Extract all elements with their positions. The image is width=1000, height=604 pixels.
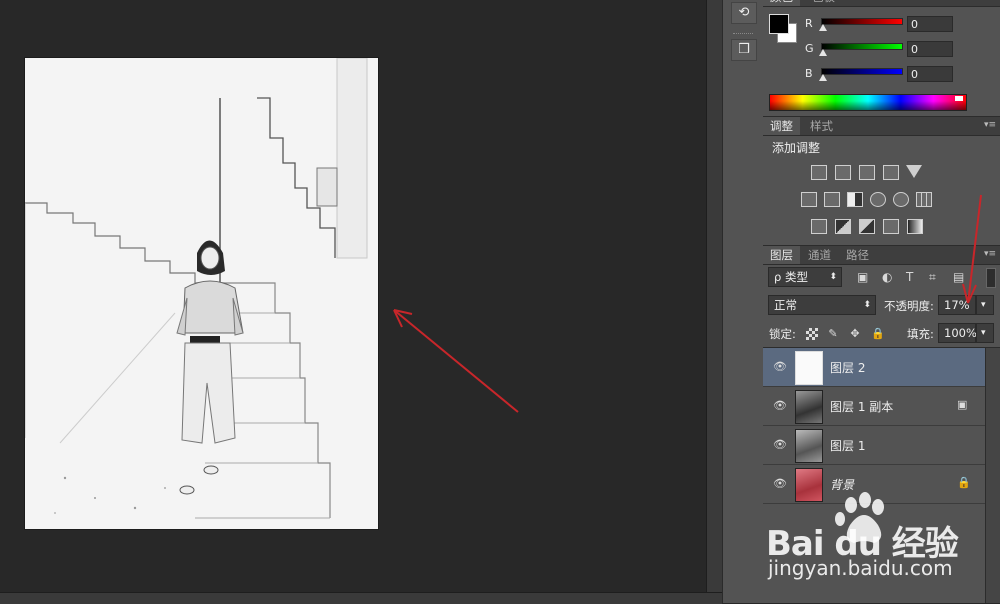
posterize-icon[interactable] — [835, 219, 851, 234]
lock-label: 锁定: — [769, 327, 796, 341]
layer-row[interactable]: 👁 图层 1 — [763, 426, 985, 465]
channel-b-slider[interactable] — [821, 68, 903, 75]
spectrum-white-chip[interactable] — [955, 96, 963, 101]
layers-panel-tabbar: 图层 通道 路径 ▾≡ — [763, 246, 1000, 265]
blend-mode-value: 正常 — [774, 298, 797, 312]
tab-adjustments[interactable]: 调整 — [763, 117, 800, 135]
tab-paths[interactable]: 路径 — [839, 246, 876, 264]
opacity-input[interactable]: 17% — [938, 295, 976, 315]
levels-icon[interactable] — [835, 165, 851, 180]
layer-filter-kind-select[interactable]: ρ 类型 ⬍ — [768, 267, 842, 287]
layer-name[interactable]: 图层 1 — [830, 437, 865, 454]
channel-g-slider[interactable] — [821, 43, 903, 50]
selective-color-icon[interactable] — [883, 219, 899, 234]
layer-thumbnail — [795, 351, 823, 385]
lock-icon: 🔒 — [957, 476, 971, 489]
vibrance-icon[interactable] — [906, 165, 922, 178]
invert-icon[interactable] — [811, 219, 827, 234]
add-adjustment-title: 添加调整 — [772, 141, 821, 155]
panel-icon-strip: ⟲ ❒ — [722, 0, 764, 603]
channel-b-thumb[interactable] — [819, 74, 827, 81]
threshold-icon[interactable] — [859, 219, 875, 234]
curves-icon[interactable] — [859, 165, 875, 180]
channel-mixer-icon[interactable] — [893, 192, 909, 207]
fill-dropdown-button[interactable]: ▾ — [976, 323, 994, 343]
channel-b-value[interactable]: 0 — [907, 66, 953, 82]
adjustments-panel-tabbar: 调整 样式 ▾≡ — [763, 117, 1000, 136]
opacity-dropdown-button[interactable]: ▾ — [976, 295, 994, 315]
panel-menu-icon[interactable]: ▾≡ — [984, 120, 996, 130]
history-icon[interactable]: ⟲ — [731, 2, 757, 24]
baidu-jingyan-watermark: Bai du 经验 jingyan.baidu.com — [766, 490, 1000, 600]
channel-r-thumb[interactable] — [819, 24, 827, 31]
color-spectrum-bar[interactable] — [769, 94, 967, 111]
tab-color[interactable]: 颜色 — [763, 0, 800, 6]
tab-styles[interactable]: 样式 — [803, 117, 840, 135]
layer-name[interactable]: 图层 1 副本 — [830, 398, 893, 415]
tab-swatches[interactable]: 色板 — [805, 0, 842, 6]
channel-g-value[interactable]: 0 — [907, 41, 953, 57]
shape-layer-filter-icon[interactable]: ⌗ — [929, 270, 936, 284]
pixel-layer-filter-icon[interactable]: ▣ — [857, 270, 868, 284]
color-lookup-icon[interactable] — [916, 192, 932, 207]
channel-r-label: R — [805, 17, 813, 30]
workspace — [0, 0, 723, 604]
blend-mode-select[interactable]: 正常 ⬍ — [768, 295, 876, 315]
type-layer-filter-icon[interactable]: T — [906, 270, 913, 284]
visibility-eye-icon[interactable]: 👁 — [773, 478, 787, 490]
panel-menu-icon[interactable]: ▾≡ — [984, 249, 996, 259]
layer-thumbnail — [795, 429, 823, 463]
photo-filter-icon[interactable] — [870, 192, 886, 207]
smart-object-filter-icon[interactable]: ▤ — [953, 270, 964, 284]
sketch-photo — [25, 58, 378, 529]
lock-position-icon[interactable]: ✥ — [849, 328, 861, 340]
channel-g-label: G — [805, 42, 814, 55]
channel-r-slider[interactable] — [821, 18, 903, 25]
color-balance-icon[interactable] — [824, 192, 840, 207]
fill-input[interactable]: 100% — [938, 323, 977, 343]
chevron-updown-icon: ⬍ — [829, 272, 837, 282]
black-white-icon[interactable] — [847, 192, 863, 207]
chevron-updown-icon: ⬍ — [863, 300, 871, 310]
fill-label: 填充: — [907, 327, 934, 341]
lock-transparent-pixels-icon[interactable] — [806, 328, 818, 340]
channel-r-value[interactable]: 0 — [907, 16, 953, 32]
3d-cube-icon[interactable]: ❒ — [731, 39, 757, 61]
channel-b-label: B — [805, 67, 813, 80]
filter-toggle-switch[interactable] — [986, 268, 996, 288]
smart-filter-badge-icon: ▣ — [957, 398, 968, 411]
watermark-url: jingyan.baidu.com — [768, 556, 953, 580]
visibility-eye-icon[interactable]: 👁 — [773, 439, 787, 451]
layer-row[interactable]: 👁 图层 2 — [763, 348, 985, 387]
layer-name[interactable]: 图层 2 — [830, 359, 865, 376]
filter-kind-label: ρ 类型 — [774, 270, 808, 284]
gradient-map-icon[interactable] — [907, 219, 923, 234]
workspace-vertical-scrollbar[interactable] — [706, 0, 723, 592]
opacity-label: 不透明度: — [884, 299, 934, 313]
workspace-horizontal-scrollbar[interactable] — [0, 592, 722, 604]
layer-row[interactable]: 👁 图层 1 副本 ▣ — [763, 387, 985, 426]
layer-thumbnail — [795, 390, 823, 424]
hue-saturation-icon[interactable] — [801, 192, 817, 207]
document-canvas[interactable] — [25, 58, 378, 529]
color-panel-tabbar: 颜色 色板 — [763, 0, 1000, 7]
visibility-eye-icon[interactable]: 👁 — [773, 361, 787, 373]
adjustment-layer-filter-icon[interactable]: ◐ — [882, 270, 892, 284]
lock-all-icon[interactable]: 🔒 — [871, 328, 885, 340]
channel-g-thumb[interactable] — [819, 49, 827, 56]
strip-divider — [733, 33, 753, 35]
visibility-eye-icon[interactable]: 👁 — [773, 400, 787, 412]
exposure-icon[interactable] — [883, 165, 899, 180]
tab-channels[interactable]: 通道 — [801, 246, 838, 264]
brightness-icon[interactable] — [811, 165, 827, 180]
tab-layers[interactable]: 图层 — [763, 246, 800, 264]
lock-image-pixels-icon[interactable]: ✎ — [827, 328, 839, 340]
foreground-color-swatch[interactable] — [769, 14, 789, 34]
